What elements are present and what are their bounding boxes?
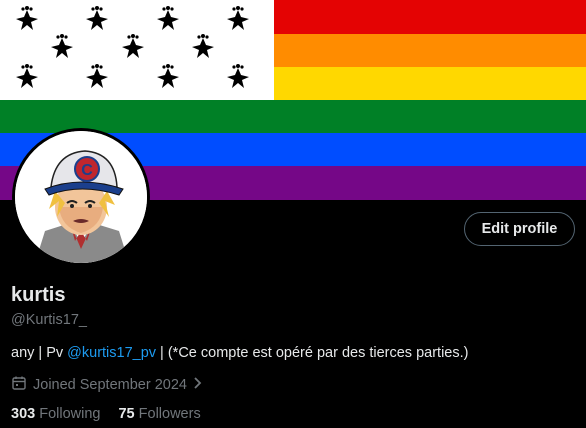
joined-date[interactable]: Joined September 2024 xyxy=(11,375,203,395)
bio-suffix: | (*Ce compte est opéré par des tierces … xyxy=(156,345,469,361)
following-link[interactable]: 303 Following xyxy=(11,406,100,422)
hermine-flag-icon xyxy=(0,0,274,100)
bio: any | Pv @kurtis17_pv | (*Ce compte est … xyxy=(11,345,468,361)
joined-label: Joined September 2024 xyxy=(33,377,187,393)
follow-stats: 303 Following 75 Followers xyxy=(11,406,201,422)
avatar[interactable]: C xyxy=(12,128,150,266)
following-count: 303 xyxy=(11,406,36,422)
svg-text:C: C xyxy=(81,162,93,179)
user-handle: @Kurtis17_ xyxy=(11,312,87,328)
display-name: kurtis xyxy=(11,284,66,306)
bio-mention-link[interactable]: @kurtis17_pv xyxy=(67,345,156,361)
calendar-icon xyxy=(11,375,27,395)
edit-profile-button[interactable]: Edit profile xyxy=(464,212,575,246)
followers-link[interactable]: 75 Followers xyxy=(118,406,200,422)
following-label: Following xyxy=(39,406,101,422)
followers-count: 75 xyxy=(118,406,135,422)
bio-prefix: any | Pv xyxy=(11,345,68,361)
chevron-right-icon[interactable] xyxy=(193,376,203,394)
anime-boy-avatar-icon: C xyxy=(15,131,147,263)
followers-label: Followers xyxy=(138,406,201,422)
